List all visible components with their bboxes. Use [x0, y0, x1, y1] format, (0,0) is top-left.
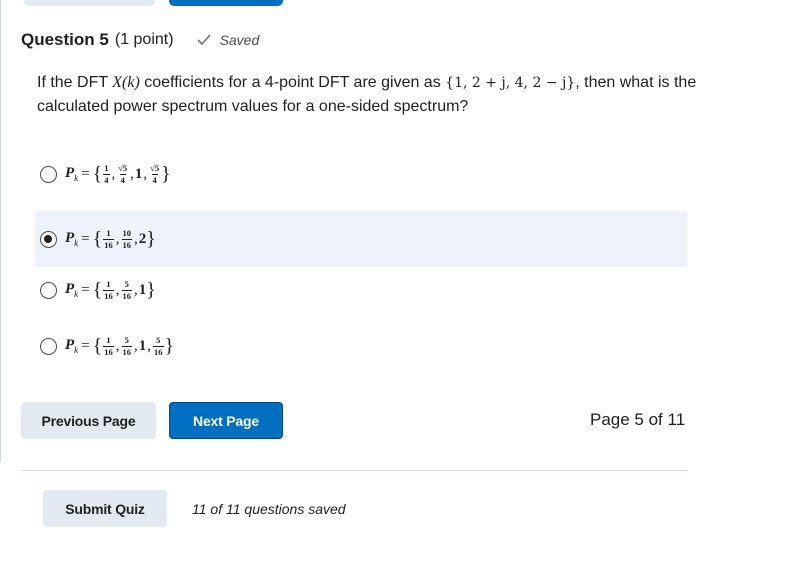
top-secondary-button[interactable] [24, 0, 155, 6]
question-points: (1 point) [114, 31, 174, 48]
next-page-button[interactable]: Next Page [169, 402, 283, 439]
previous-page-button[interactable]: Previous Page [21, 402, 156, 439]
option-formula: Pk = { 1 16, 10 16, 2 } [65, 228, 156, 250]
saved-label: Saved [219, 32, 260, 48]
coefficient-set-math: {1, 2 + j, 4, 2 − j} [445, 75, 576, 91]
radio-button-selected[interactable] [40, 230, 57, 248]
xk-math: X(k) [112, 74, 140, 91]
question-title: Question 5 [21, 30, 109, 49]
answer-option[interactable]: Pk = { 14, √5 4, 1, √5 4 } [35, 156, 687, 192]
submit-quiz-button[interactable]: Submit Quiz [43, 490, 167, 527]
saved-status-text: 11 of 11 questions saved [192, 501, 346, 517]
option-formula: Pk = { 1 16, 5 16, 1 } [65, 279, 156, 301]
checkmark-icon [196, 32, 212, 48]
answer-option-selected[interactable]: Pk = { 1 16, 10 16, 2 } [35, 211, 687, 267]
option-formula: Pk = { 14, √5 4, 1, √5 4 } [65, 163, 171, 185]
radio-button[interactable] [40, 165, 57, 183]
answer-option[interactable]: Pk = { 1 16, 5 16, 1, 5 16 } [35, 327, 687, 365]
option-formula: Pk = { 1 16, 5 16, 1, 5 16 } [65, 335, 175, 357]
radio-button[interactable] [40, 281, 57, 299]
divider [21, 470, 687, 471]
page-indicator: Page 5 of 11 [590, 410, 686, 429]
answer-option[interactable]: Pk = { 1 16, 5 16, 1 } [35, 272, 687, 308]
question-header: Question 5 (1 point) Saved [21, 28, 259, 52]
question-text: If the DFT X(k) coefficients for a 4-poi… [37, 74, 697, 115]
radio-button[interactable] [40, 337, 57, 355]
top-primary-button[interactable] [169, 0, 283, 6]
left-border [0, 0, 1, 462]
